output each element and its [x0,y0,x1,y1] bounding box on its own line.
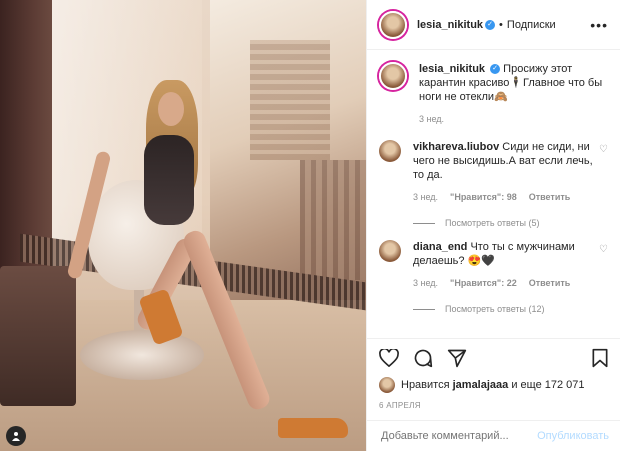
comment-username[interactable]: diana_end [413,241,467,253]
more-options-icon[interactable]: ••• [590,17,608,33]
avatar[interactable] [379,10,407,39]
comment-time[interactable]: 3 нед. [413,190,438,204]
view-replies-label: Посмотреть ответы (12) [445,304,545,314]
verified-icon: ✓ [490,64,501,75]
likes-prefix: Нравится [401,379,450,391]
action-icons [379,347,609,369]
view-replies[interactable]: Посмотреть ответы (5) [413,218,608,228]
caption: lesia_nikituk ✓ Просижу этот карантин кр… [379,62,608,126]
city-building [300,160,366,280]
post-date[interactable]: 6 АПРЕЛЯ [379,401,609,410]
comment-meta: 3 нед. "Нравится": 98 Ответить [413,190,593,204]
caption-body: lesia_nikituk ✓ Просижу этот карантин кр… [419,62,608,126]
comment-likes[interactable]: "Нравится": 22 [450,276,517,290]
comment-icon[interactable] [413,348,433,368]
post-header: lesia_nikituk ✓ • Подписки ••• [367,0,620,50]
post-actions: Нравится jamalajaaa и еще 172 071 6 АПРЕ… [367,338,620,410]
comment-body: vikhareva.liubov Сиди не сиди, ни чего н… [413,140,593,204]
reply-button[interactable]: Ответить [529,190,571,204]
instagram-post: lesia_nikituk ✓ • Подписки ••• lesia_nik… [0,0,620,451]
post-sidebar: lesia_nikituk ✓ • Подписки ••• lesia_nik… [366,0,620,451]
comment: diana_end Что ты с мужчинами делаешь? 😍🖤… [379,240,608,290]
caption-time[interactable]: 3 нед. [419,112,444,126]
heart-icon[interactable] [379,349,399,367]
comment-likes[interactable]: "Нравится": 98 [450,190,517,204]
follow-button[interactable]: Подписки [507,19,556,31]
replies-line [413,308,435,310]
separator: • [499,18,503,31]
face [158,92,184,126]
avatar [379,377,395,393]
comments-list[interactable]: lesia_nikituk ✓ Просижу этот карантин кр… [367,50,620,335]
share-icon[interactable] [447,348,467,368]
header-username[interactable]: lesia_nikituk [417,19,483,31]
comment-time[interactable]: 3 нед. [413,276,438,290]
avatar[interactable] [379,240,401,262]
shoe [278,418,348,438]
comment-meta: 3 нед. "Нравится": 22 Ответить [413,276,593,290]
view-replies[interactable]: Посмотреть ответы (12) [413,304,608,314]
publish-button[interactable]: Опубликовать [537,430,609,442]
caption-username[interactable]: lesia_nikituk [419,63,485,75]
likes-user[interactable]: jamalajaaa [453,379,509,391]
reply-button[interactable]: Ответить [529,276,571,290]
tagged-user-icon[interactable] [6,426,26,446]
ottoman [0,266,76,406]
avatar[interactable] [379,140,401,162]
comment-input[interactable] [379,429,538,443]
bookmark-icon[interactable] [591,348,609,368]
chair-base [80,330,204,380]
verified-icon: ✓ [485,19,496,30]
caption-meta: 3 нед. [419,112,608,126]
add-comment-bar: Опубликовать [367,420,620,451]
replies-line [413,222,435,224]
post-photo[interactable] [0,0,366,451]
comment-username[interactable]: vikhareva.liubov [413,141,499,153]
comment-body: diana_end Что ты с мужчинами делаешь? 😍🖤… [413,240,593,290]
comment-like-icon[interactable]: ♡ [599,244,608,290]
likes-summary: Нравится jamalajaaa и еще 172 071 [379,377,609,393]
avatar[interactable] [379,62,407,90]
view-replies-label: Посмотреть ответы (5) [445,218,540,228]
likes-count[interactable]: и еще 172 071 [511,379,584,391]
city-building [250,40,330,160]
comment: vikhareva.liubov Сиди не сиди, ни чего н… [379,140,608,204]
bodysuit [144,135,194,225]
comment-like-icon[interactable]: ♡ [599,144,608,204]
